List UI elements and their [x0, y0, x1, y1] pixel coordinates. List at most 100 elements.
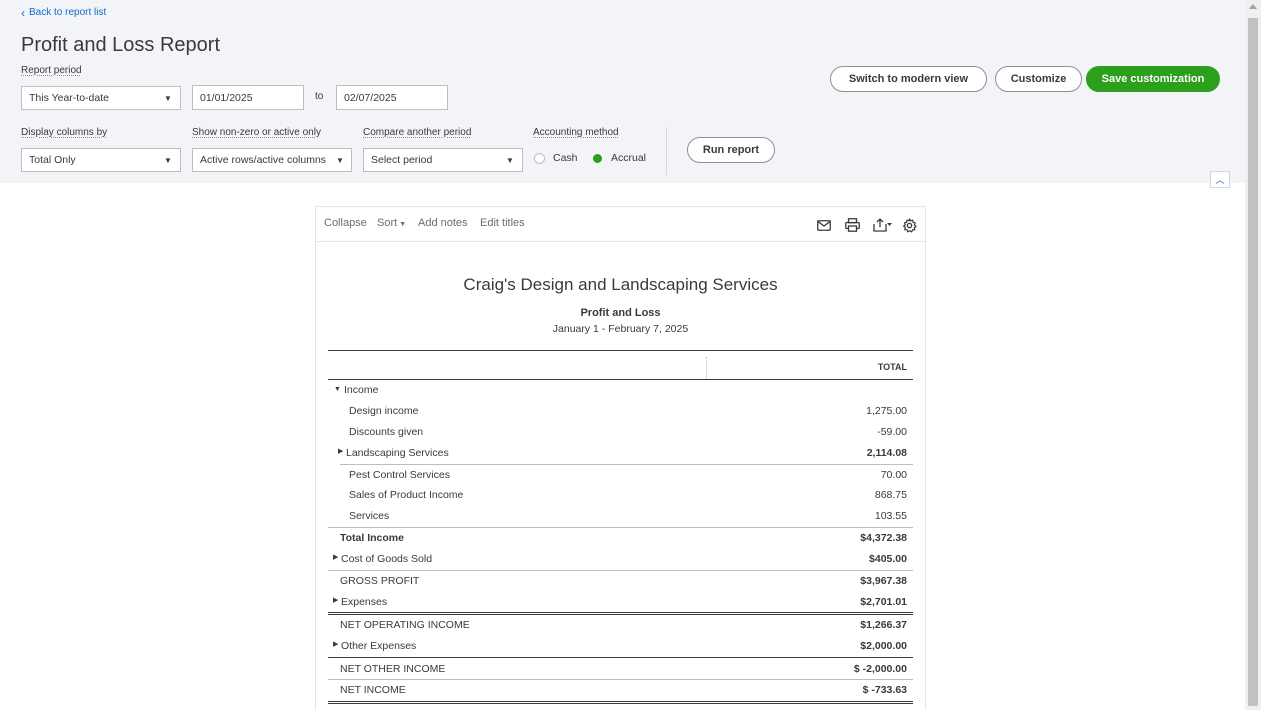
collapse-settings-button[interactable]: ︿	[1210, 171, 1230, 188]
table-row[interactable]: Total Income $4,372.38	[328, 528, 913, 548]
back-link-label: Back to report list	[29, 7, 107, 18]
caret-down-icon[interactable]: ▼	[334, 386, 341, 393]
report-toolbar: Collapse Sort ▼ Add notes Edit titles	[316, 207, 925, 242]
row-label: Other Expenses	[341, 640, 417, 652]
caret-right-icon[interactable]: ▶	[333, 596, 338, 604]
compare-period-label: Compare another period	[363, 127, 472, 138]
table-row[interactable]: Discounts given -59.00	[328, 422, 913, 442]
row-label: NET OTHER INCOME	[340, 663, 446, 675]
caret-down-icon: ▼	[399, 221, 407, 228]
accounting-method-label: Accounting method	[533, 127, 619, 138]
export-icon[interactable]	[872, 216, 894, 234]
table-row[interactable]: Pest Control Services 70.00	[328, 465, 913, 485]
scrollbar-thumb[interactable]	[1248, 18, 1258, 706]
row-value[interactable]: -59.00	[877, 426, 907, 438]
email-icon[interactable]	[815, 216, 833, 234]
table-row[interactable]: ▶ Cost of Goods Sold $405.00	[328, 549, 913, 569]
accrual-label: Accrual	[611, 152, 647, 164]
back-to-report-list-link[interactable]: ‹ Back to report list	[21, 5, 107, 20]
table-row[interactable]: Sales of Product Income 868.75	[328, 485, 913, 505]
company-name[interactable]: Craig's Design and Landscaping Services	[316, 275, 925, 295]
caret-right-icon[interactable]: ▶	[333, 640, 338, 648]
radio-checked-icon	[593, 153, 602, 163]
non-zero-value: Active rows/active columns	[200, 154, 327, 166]
edit-titles-link[interactable]: Edit titles	[480, 217, 525, 229]
row-label: Design income	[349, 405, 419, 417]
settings-icon[interactable]	[900, 216, 918, 234]
row-label: Total Income	[340, 532, 404, 544]
row-value[interactable]: $2,701.01	[860, 596, 907, 608]
caret-down-icon: ▼	[156, 87, 180, 109]
row-label: Services	[349, 510, 390, 522]
table-row[interactable]: GROSS PROFIT $3,967.38	[328, 571, 913, 591]
accrual-radio[interactable]: Accrual	[592, 152, 646, 164]
display-columns-value: Total Only	[29, 154, 76, 166]
table-row[interactable]: Design income 1,275.00	[328, 401, 913, 421]
row-label: NET OPERATING INCOME	[340, 619, 470, 631]
table-row[interactable]: NET OTHER INCOME $ -2,000.00	[328, 659, 913, 679]
table-row[interactable]: ▶ Expenses $2,701.01	[328, 592, 913, 612]
vertical-scrollbar[interactable]	[1245, 0, 1261, 710]
table-row[interactable]: ▼ Income	[328, 380, 913, 400]
page-title: Profit and Loss Report	[21, 34, 220, 56]
cash-label: Cash	[553, 152, 578, 164]
row-value[interactable]: 70.00	[881, 469, 907, 481]
divider	[666, 127, 667, 175]
caret-right-icon[interactable]: ▶	[333, 553, 338, 561]
non-zero-select[interactable]: Active rows/active columns ▼	[192, 148, 352, 172]
switch-to-modern-view-button[interactable]: Switch to modern view	[830, 66, 987, 92]
cash-radio[interactable]: Cash	[534, 152, 578, 164]
radio-unchecked-icon	[534, 152, 545, 164]
display-columns-select[interactable]: Total Only ▼	[21, 148, 181, 172]
table-row[interactable]: NET OPERATING INCOME $1,266.37	[328, 615, 913, 635]
row-value[interactable]: $3,967.38	[860, 575, 907, 587]
run-report-button[interactable]: Run report	[687, 137, 775, 163]
row-label: Pest Control Services	[349, 469, 450, 481]
to-label: to	[315, 91, 324, 102]
save-customization-button[interactable]: Save customization	[1086, 66, 1220, 92]
report-period-select[interactable]: This Year-to-date ▼	[21, 86, 181, 110]
row-value[interactable]: 2,114.08	[867, 447, 907, 459]
row-value[interactable]: $1,266.37	[860, 619, 907, 631]
chevron-up-icon: ︿	[1215, 175, 1225, 185]
row-value[interactable]: 1,275.00	[866, 405, 907, 417]
table-row[interactable]: Services 103.55	[328, 506, 913, 526]
date-from-input[interactable]: 01/01/2025	[192, 85, 304, 110]
compare-period-select[interactable]: Select period ▼	[363, 148, 523, 172]
row-label: Landscaping Services	[346, 447, 449, 459]
report-date-range[interactable]: January 1 - February 7, 2025	[316, 323, 925, 335]
row-label: Cost of Goods Sold	[341, 553, 433, 565]
caret-down-icon: ▼	[156, 149, 180, 171]
compare-period-value: Select period	[371, 154, 433, 166]
row-label: Expenses	[341, 596, 388, 608]
caret-down-icon: ▼	[329, 149, 351, 171]
row-label: GROSS PROFIT	[340, 575, 420, 587]
customize-button[interactable]: Customize	[995, 66, 1082, 92]
row-label: Sales of Product Income	[349, 489, 464, 501]
scroll-up-icon[interactable]	[1249, 4, 1257, 9]
row-value[interactable]: $4,372.38	[860, 532, 907, 544]
sort-dropdown[interactable]: Sort ▼	[377, 217, 406, 229]
row-label: NET INCOME	[340, 684, 406, 696]
row-value[interactable]: $ -2,000.00	[854, 663, 907, 675]
table-row[interactable]: NET INCOME $ -733.63	[328, 680, 913, 700]
row-value[interactable]: $2,000.00	[860, 640, 907, 652]
row-value[interactable]: 103.55	[875, 510, 907, 522]
display-columns-label: Display columns by	[21, 127, 108, 138]
row-label: Income	[344, 384, 379, 396]
add-notes-link[interactable]: Add notes	[418, 217, 468, 229]
divider	[328, 657, 913, 658]
print-icon[interactable]	[843, 216, 861, 234]
row-value[interactable]: 868.75	[875, 489, 907, 501]
double-rule	[328, 701, 913, 704]
row-value[interactable]: $ -733.63	[863, 684, 907, 696]
row-value[interactable]: $405.00	[869, 553, 907, 565]
collapse-link[interactable]: Collapse	[324, 217, 367, 229]
report-title[interactable]: Profit and Loss	[316, 307, 925, 319]
table-row[interactable]: ▶ Landscaping Services 2,114.08	[328, 443, 913, 463]
date-to-input[interactable]: 02/07/2025	[336, 85, 448, 110]
table-row[interactable]: ▶ Other Expenses $2,000.00	[328, 636, 913, 656]
header-rule	[328, 350, 913, 351]
caret-right-icon[interactable]: ▶	[338, 447, 343, 455]
chevron-left-icon: ‹	[21, 5, 25, 20]
